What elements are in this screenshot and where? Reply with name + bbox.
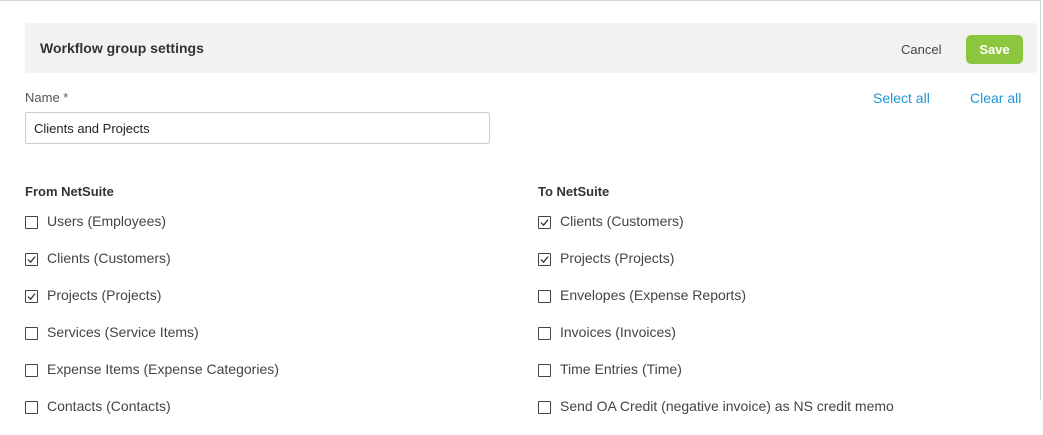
checkbox-label: Envelopes (Expense Reports) xyxy=(560,287,746,303)
from-netsuite-heading: From NetSuite xyxy=(25,184,114,199)
checkmark-icon xyxy=(540,256,549,264)
save-button[interactable]: Save xyxy=(966,35,1023,64)
checkbox-label: Projects (Projects) xyxy=(560,250,675,266)
checkbox[interactable] xyxy=(25,401,38,414)
checkbox[interactable] xyxy=(25,253,38,266)
checkbox-label: Expense Items (Expense Categories) xyxy=(47,361,279,377)
checkbox-row[interactable]: Projects (Projects) xyxy=(25,287,279,324)
checkbox[interactable] xyxy=(538,290,551,303)
page-title: Workflow group settings xyxy=(40,40,204,56)
clear-all-link[interactable]: Clear all xyxy=(970,90,1021,106)
checkbox-row[interactable]: Clients (Customers) xyxy=(25,250,279,287)
checkbox[interactable] xyxy=(538,364,551,377)
checkbox-label: Users (Employees) xyxy=(47,213,167,229)
checkbox[interactable] xyxy=(538,401,551,414)
checkbox-row[interactable]: Contacts (Contacts) xyxy=(25,398,279,435)
checkbox[interactable] xyxy=(25,290,38,303)
checkbox[interactable] xyxy=(538,253,551,266)
checkmark-icon xyxy=(540,219,549,227)
checkbox-row[interactable]: Envelopes (Expense Reports) xyxy=(538,287,894,324)
checkbox-label: Clients (Customers) xyxy=(560,213,684,229)
checkbox-row[interactable]: Services (Service Items) xyxy=(25,324,279,361)
checkbox-row[interactable]: Invoices (Invoices) xyxy=(538,324,894,361)
checkbox-row[interactable]: Time Entries (Time) xyxy=(538,361,894,398)
checkbox-row[interactable]: Users (Employees) xyxy=(25,213,279,250)
checkbox[interactable] xyxy=(25,364,38,377)
checkbox[interactable] xyxy=(25,216,38,229)
checkbox-row[interactable]: Send OA Credit (negative invoice) as NS … xyxy=(538,398,894,435)
name-field[interactable] xyxy=(25,112,490,144)
checkbox[interactable] xyxy=(25,327,38,340)
checkbox-label: Send OA Credit (negative invoice) as NS … xyxy=(560,398,894,414)
from-netsuite-list: Users (Employees) Clients (Customers) Pr… xyxy=(25,213,279,435)
checkbox-label: Contacts (Contacts) xyxy=(47,398,171,414)
to-netsuite-heading: To NetSuite xyxy=(538,184,610,199)
checkbox-label: Projects (Projects) xyxy=(47,287,162,303)
checkmark-icon xyxy=(27,293,36,301)
settings-panel: Workflow group settings Cancel Save Name… xyxy=(0,0,1041,414)
checkbox-label: Services (Service Items) xyxy=(47,324,199,340)
settings-header: Workflow group settings Cancel Save xyxy=(25,23,1037,73)
to-netsuite-list: Clients (Customers) Projects (Projects) … xyxy=(538,213,894,435)
cancel-button[interactable]: Cancel xyxy=(901,42,941,57)
checkbox-row[interactable]: Projects (Projects) xyxy=(538,250,894,287)
checkbox-label: Time Entries (Time) xyxy=(560,361,682,377)
checkbox-row[interactable]: Clients (Customers) xyxy=(538,213,894,250)
checkbox-label: Clients (Customers) xyxy=(47,250,171,266)
name-label: Name * xyxy=(25,90,69,105)
checkbox-row[interactable]: Expense Items (Expense Categories) xyxy=(25,361,279,398)
checkbox-label: Invoices (Invoices) xyxy=(560,324,676,340)
checkbox[interactable] xyxy=(538,327,551,340)
checkbox[interactable] xyxy=(538,216,551,229)
checkmark-icon xyxy=(27,256,36,264)
select-all-link[interactable]: Select all xyxy=(873,90,930,106)
